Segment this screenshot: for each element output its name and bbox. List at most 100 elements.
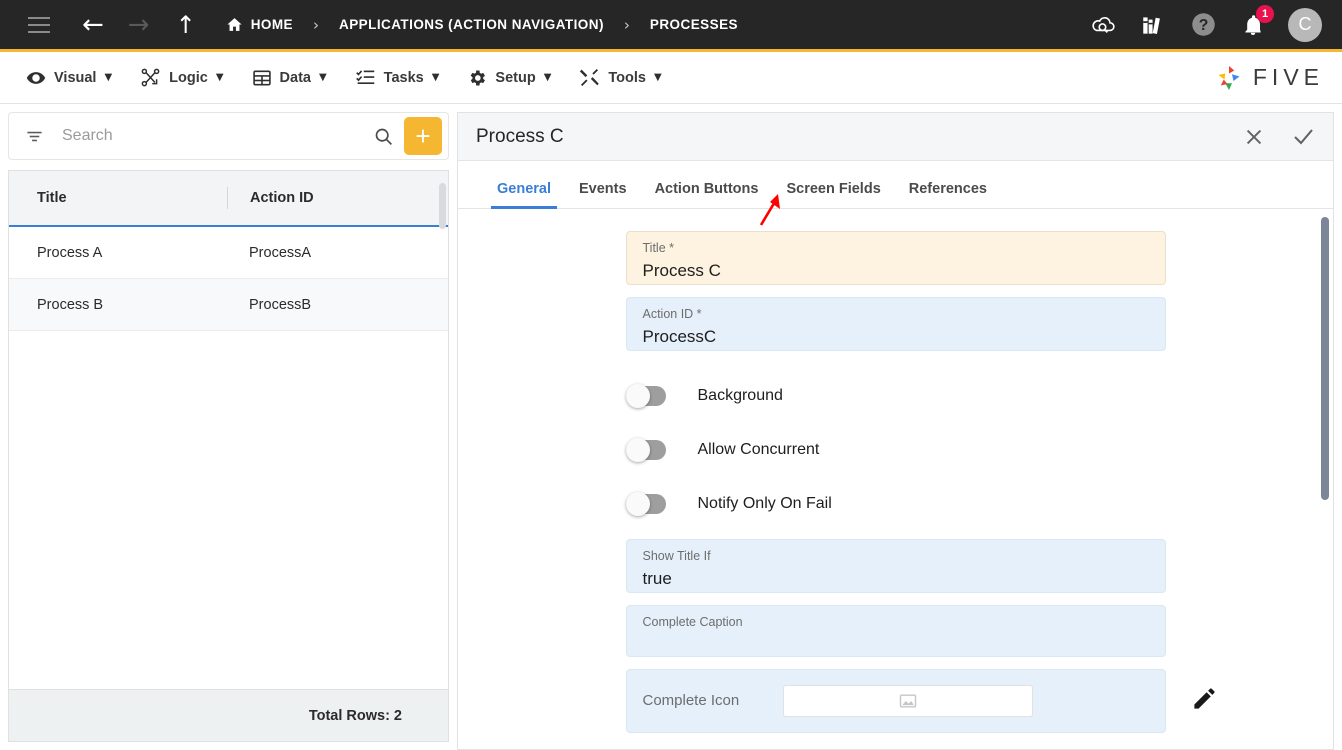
avatar[interactable]: C (1288, 7, 1322, 42)
cell-action-id: ProcessA (249, 244, 312, 261)
notification-badge: 1 (1256, 4, 1274, 23)
gear-icon (471, 70, 486, 85)
chevron-down-icon: ▼ (431, 72, 440, 83)
list-scrollbar-thumb[interactable] (439, 183, 446, 229)
main-menu-bar: Visual ▼ Logic ▼ Data ▼ Tasks ▼ Setup ▼ … (0, 52, 1342, 104)
search-input[interactable] (44, 127, 373, 145)
chevron-down-icon: ▼ (654, 72, 662, 83)
breadcrumb-item-processes[interactable]: PROCESSES (650, 17, 738, 32)
forward-arrow-icon[interactable]: → (128, 12, 150, 38)
toggle-knob (625, 384, 650, 408)
complete-icon-row: Complete Icon (625, 669, 1215, 733)
check-tick-icon[interactable] (1291, 125, 1315, 149)
title-field[interactable]: Title * Process C (625, 231, 1166, 285)
records-grid: Title Action ID Process A ProcessA Proce… (8, 170, 449, 742)
menu-item-label: Tasks (383, 69, 424, 86)
general-form: Title * Process C Action ID * ProcessC B… (458, 209, 1333, 749)
menu-item-label: Tools (608, 69, 646, 86)
menu-item-logic[interactable]: Logic ▼ (126, 58, 237, 98)
search-icon[interactable] (373, 126, 394, 147)
notify-only-on-fail-toggle[interactable] (625, 492, 666, 516)
menu-item-tasks[interactable]: Tasks ▼ (341, 58, 454, 98)
logic-nodes-icon (141, 68, 160, 87)
background-toggle-row: Background (625, 369, 1166, 423)
grid-header-row: Title Action ID (9, 171, 448, 229)
column-header-action-id[interactable]: Action ID (227, 187, 314, 209)
field-label: Complete Caption (642, 615, 743, 629)
field-value: true (642, 568, 672, 588)
menu-item-tools[interactable]: Tools ▼ (565, 58, 675, 98)
menu-item-label: Logic (169, 69, 208, 86)
field-label: Show Title If (642, 549, 711, 563)
filter-icon[interactable] (25, 127, 44, 146)
library-books-icon[interactable] (1138, 10, 1168, 40)
cloud-search-icon[interactable] (1088, 10, 1118, 40)
complete-icon-field[interactable]: Complete Icon (625, 669, 1166, 733)
tab-action-buttons[interactable]: Action Buttons (641, 181, 773, 208)
complete-caption-field[interactable]: Complete Caption (625, 605, 1166, 657)
back-arrow-icon[interactable]: ← (82, 12, 104, 38)
table-grid-icon (252, 70, 271, 85)
notifications-bell-icon[interactable]: 1 (1238, 4, 1274, 40)
toggle-label: Notify Only On Fail (697, 495, 832, 512)
help-icon[interactable]: ? (1188, 10, 1218, 40)
toggle-label: Background (697, 387, 783, 404)
application-window: ← → ↑ HOME › APPLICATIONS (ACTION NAVIGA… (0, 0, 1342, 750)
table-row[interactable]: Process A ProcessA (9, 227, 448, 279)
breadcrumb-item-applications[interactable]: APPLICATIONS (ACTION NAVIGATION) (339, 17, 604, 32)
tab-screen-fields[interactable]: Screen Fields (772, 181, 894, 208)
icon-preview-box[interactable] (782, 685, 1033, 717)
menu-item-setup[interactable]: Setup ▼ (453, 58, 565, 98)
breadcrumb-separator: › (313, 15, 320, 34)
up-arrow-icon[interactable]: ↑ (176, 11, 196, 39)
menu-item-label: Data (279, 69, 311, 86)
checklist-icon (355, 70, 374, 85)
tab-events[interactable]: Events (565, 181, 641, 208)
home-icon (227, 18, 242, 31)
field-label: Action ID * (642, 307, 702, 321)
tab-general[interactable]: General (483, 181, 565, 209)
allow-concurrent-toggle-row: Allow Concurrent (625, 423, 1166, 477)
grid-body: Process A ProcessA Process B ProcessB (9, 227, 448, 689)
chevron-down-icon: ▼ (543, 72, 552, 83)
column-header-title[interactable]: Title (9, 190, 227, 206)
table-row[interactable]: Process B ProcessB (9, 279, 448, 331)
breadcrumb-item-home[interactable]: HOME (226, 16, 293, 33)
cell-action-id: ProcessB (249, 296, 312, 313)
brand-logo: FIVE (1214, 63, 1342, 93)
search-bar: + (8, 112, 449, 160)
five-pinwheel-logo (1218, 65, 1240, 90)
field-label: Complete Icon (642, 691, 740, 709)
menu-item-visual[interactable]: Visual ▼ (12, 58, 126, 98)
allow-concurrent-toggle[interactable] (625, 438, 666, 462)
hamburger-menu-icon[interactable] (28, 16, 50, 33)
breadcrumb: HOME › APPLICATIONS (ACTION NAVIGATION) … (226, 16, 738, 34)
chevron-down-icon: ▼ (215, 72, 224, 83)
chevron-down-icon: ▼ (318, 72, 327, 83)
page-title: Process C (476, 125, 564, 147)
add-record-button[interactable]: + (404, 117, 442, 155)
menu-item-data[interactable]: Data ▼ (238, 58, 341, 98)
breadcrumb-label: PROCESSES (649, 17, 738, 32)
tab-references[interactable]: References (895, 181, 1001, 208)
menu-item-label: Visual (54, 69, 97, 86)
cell-title: Process B (37, 296, 104, 313)
show-title-if-field[interactable]: Show Title If true (625, 539, 1166, 593)
topbar-actions: ? 1 C (1088, 4, 1342, 42)
tools-wrench-icon (580, 68, 600, 87)
eye-icon (26, 71, 46, 84)
image-placeholder-icon (899, 694, 916, 708)
detail-tabs: General Events Action Buttons Screen Fie… (458, 161, 1333, 209)
close-x-icon[interactable] (1243, 126, 1265, 148)
breadcrumb-label: HOME (250, 17, 294, 32)
background-toggle[interactable] (625, 384, 666, 408)
field-value: ProcessC (642, 326, 717, 346)
toggle-knob (625, 492, 650, 516)
form-scrollbar-thumb[interactable] (1321, 217, 1329, 500)
brand-name: FIVE (1252, 64, 1324, 90)
pencil-edit-icon[interactable] (1191, 685, 1218, 717)
top-navigation-bar: ← → ↑ HOME › APPLICATIONS (ACTION NAVIGA… (0, 0, 1342, 52)
action-id-field[interactable]: Action ID * ProcessC (625, 297, 1166, 351)
breadcrumb-label: APPLICATIONS (ACTION NAVIGATION) (339, 17, 604, 32)
breadcrumb-separator: › (623, 15, 630, 34)
